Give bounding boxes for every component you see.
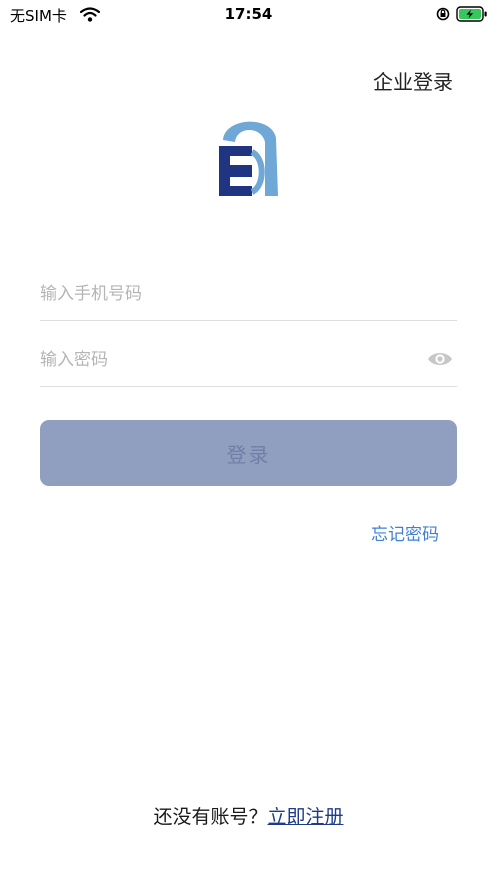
app-logo — [219, 121, 278, 196]
status-time: 17:54 — [224, 5, 273, 23]
password-field-container — [40, 336, 457, 387]
enterprise-login-link[interactable]: 企业登录 — [373, 66, 453, 95]
phone-field-container — [40, 270, 457, 321]
login-button[interactable]: 登录 — [40, 420, 457, 486]
register-row: 还没有账号？立即注册 — [0, 802, 497, 829]
eye-icon[interactable] — [427, 350, 453, 368]
forgot-password-link[interactable]: 忘记密码 — [371, 520, 439, 545]
no-account-text: 还没有账号？ — [153, 806, 268, 828]
battery-icon — [456, 6, 487, 22]
phone-input[interactable] — [40, 270, 420, 318]
orientation-lock-icon — [436, 7, 450, 21]
register-link[interactable]: 立即注册 — [268, 806, 344, 828]
status-bar: 无SIM卡 17:54 — [0, 0, 497, 30]
password-input[interactable] — [40, 336, 420, 384]
